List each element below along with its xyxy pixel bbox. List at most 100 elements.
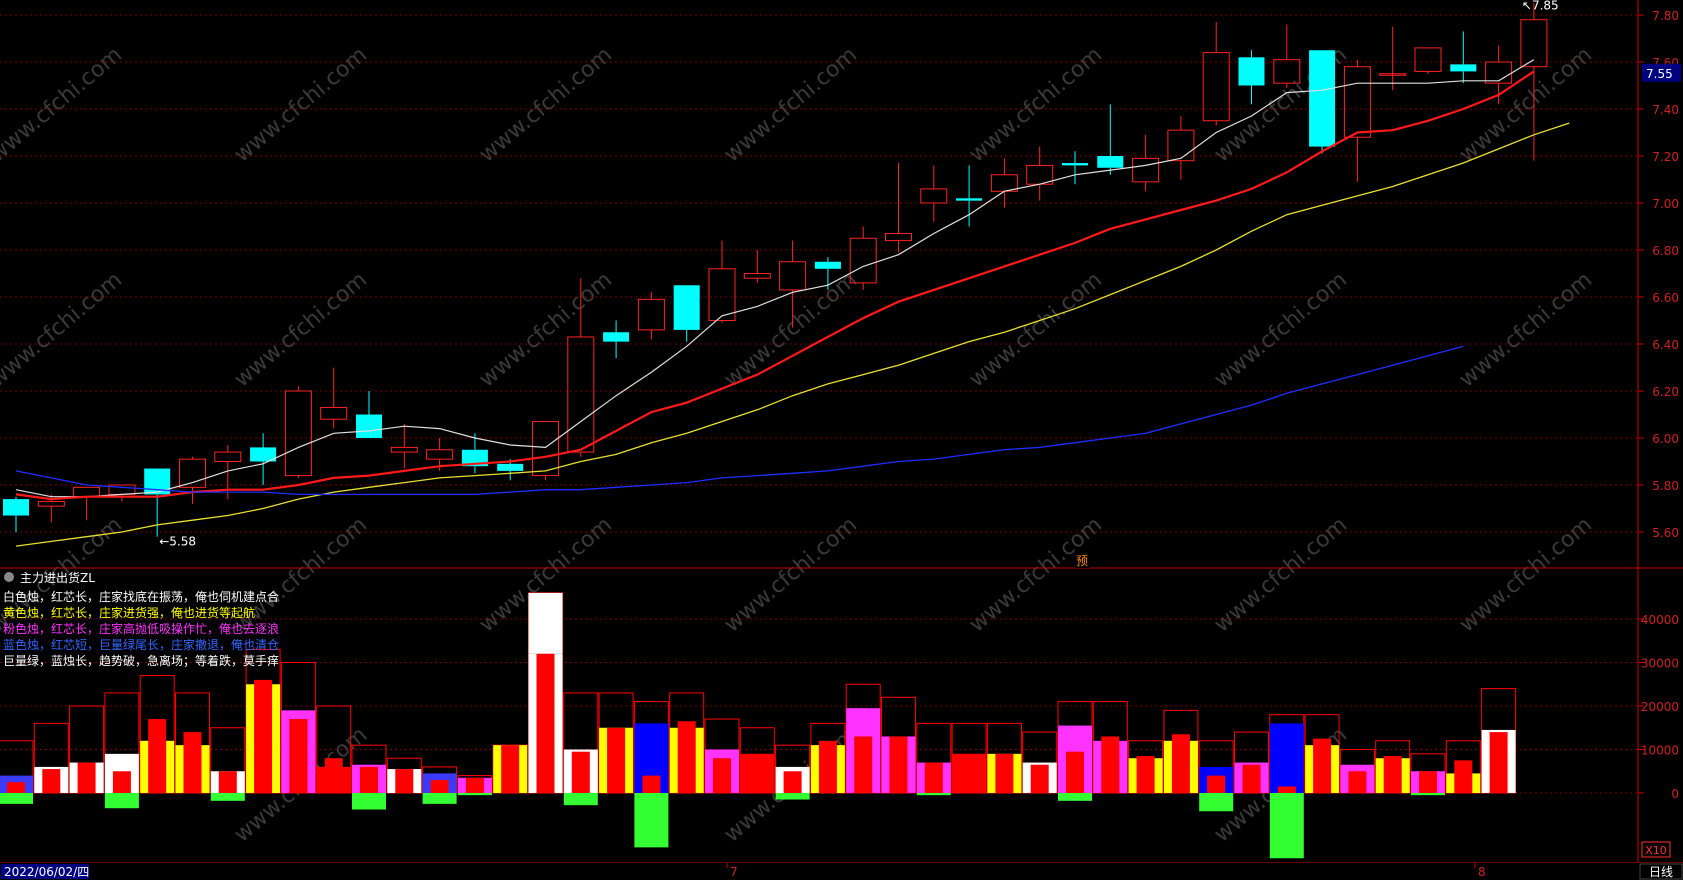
- red-core: [1277, 786, 1296, 793]
- candle-body-down[interactable]: [956, 198, 983, 201]
- red-core: [1489, 732, 1508, 793]
- candle-body-down[interactable]: [1097, 156, 1124, 168]
- price-tick-label: 7.80: [1652, 9, 1679, 23]
- price-tick-label: 6.80: [1652, 244, 1679, 258]
- green-volume-bar: [1199, 793, 1234, 812]
- red-core: [1454, 760, 1473, 793]
- low-price-annotation: ←5.58: [159, 535, 196, 549]
- candle-body-down[interactable]: [1450, 64, 1477, 72]
- indicator-tick-label: 20000: [1641, 700, 1679, 714]
- green-volume-bar: [916, 793, 951, 796]
- red-core: [677, 721, 696, 793]
- green-volume-bar: [352, 793, 386, 810]
- green-volume-bar: [634, 793, 669, 848]
- red-core: [183, 732, 202, 793]
- date-cursor-label: 2022/06/02/四: [4, 865, 89, 879]
- candle-body-down[interactable]: [603, 332, 630, 342]
- red-core: [924, 762, 943, 793]
- red-core: [77, 762, 96, 793]
- candle-body-down[interactable]: [673, 285, 700, 330]
- red-core: [607, 727, 626, 793]
- candle-body-down[interactable]: [814, 261, 841, 269]
- red-core: [1348, 771, 1367, 793]
- red-core: [465, 777, 484, 793]
- indicator-tick-label: 40000: [1641, 613, 1679, 627]
- legend-line: 黄色烛，红芯长，庄家进货强，俺也进货等起航: [3, 605, 255, 620]
- red-core: [748, 753, 767, 793]
- green-volume-bar: [0, 793, 33, 804]
- red-core: [254, 679, 273, 793]
- pre-market-marker: 预: [1076, 554, 1088, 568]
- red-core: [1066, 751, 1084, 793]
- price-tick-label: 5.60: [1652, 526, 1679, 540]
- red-core: [713, 758, 731, 793]
- green-volume-bar: [775, 793, 810, 800]
- red-core: [854, 736, 873, 793]
- indicator-title: 主力进出货ZL: [20, 570, 95, 585]
- red-core: [818, 740, 837, 793]
- high-price-annotation: ↖7.85: [1522, 0, 1559, 12]
- red-core: [1171, 734, 1190, 793]
- legend-line: 蓝色烛，红芯短，巨量绿尾长，庄家撤退，俺也清仓: [3, 637, 279, 652]
- green-volume-bar: [104, 793, 139, 809]
- white-body: [528, 592, 563, 654]
- red-core: [1242, 764, 1261, 793]
- legend-line: 白色烛，红芯长，庄家找底在振荡，俺也伺机建点合: [3, 589, 279, 604]
- current-price-label: 7.55: [1646, 67, 1673, 81]
- scale-label: X10: [1645, 844, 1667, 857]
- bottom-bar-bg: [0, 863, 1683, 880]
- green-volume-bar: [210, 793, 245, 801]
- red-core: [324, 758, 343, 793]
- red-core: [360, 766, 378, 793]
- red-core: [995, 753, 1014, 793]
- red-core: [536, 653, 555, 793]
- red-core: [1030, 764, 1049, 793]
- price-tick-label: 6.40: [1652, 338, 1679, 352]
- red-core: [395, 769, 414, 793]
- green-volume-bar: [563, 793, 598, 806]
- collapse-icon[interactable]: [4, 572, 14, 582]
- red-core: [1101, 736, 1120, 793]
- candle-body-down[interactable]: [1309, 50, 1336, 147]
- red-core: [889, 736, 908, 793]
- price-tick-label: 5.80: [1652, 479, 1679, 493]
- red-core: [960, 753, 979, 793]
- green-volume-bar: [422, 793, 457, 804]
- stock-chart[interactable]: www.cfchi.com www.cfchi.com www.cfchi.com w…: [0, 0, 1683, 880]
- legend-line: 巨量绿，蓝烛长，趋势破，急离场；等着跌，莫手痒: [3, 653, 279, 668]
- color-body: [1269, 723, 1304, 793]
- legend-line: 粉色烛，红芯长，庄家高抛低吸操作忙，俺也去逐浪: [3, 621, 279, 636]
- green-volume-bar: [1411, 793, 1445, 796]
- candle-body-down[interactable]: [497, 463, 524, 471]
- red-core: [7, 782, 25, 793]
- price-tick-label: 6.60: [1652, 291, 1679, 305]
- price-tick-label: 7.20: [1652, 150, 1679, 164]
- candle-body-down[interactable]: [356, 414, 382, 439]
- red-core: [571, 751, 590, 793]
- green-volume-bar: [1058, 793, 1092, 801]
- price-tick-label: 7.40: [1652, 103, 1679, 117]
- red-core: [642, 775, 661, 793]
- green-volume-bar: [1269, 793, 1304, 859]
- red-core: [1313, 738, 1332, 793]
- red-core: [112, 771, 131, 793]
- green-volume-bar: [457, 793, 492, 796]
- candle-body-down[interactable]: [1062, 163, 1088, 166]
- red-core: [218, 771, 237, 793]
- candle-body-down[interactable]: [1238, 57, 1265, 86]
- red-core: [148, 719, 167, 793]
- red-core: [289, 719, 308, 793]
- period-label: 日线: [1649, 865, 1673, 879]
- candle-body-down[interactable]: [3, 499, 29, 516]
- price-tick-label: 6.00: [1652, 432, 1679, 446]
- indicator-tick-label: 10000: [1641, 744, 1679, 758]
- indicator-tick-label: 30000: [1641, 657, 1679, 671]
- red-core: [501, 745, 520, 793]
- month-label: 7: [730, 865, 738, 879]
- red-core: [430, 779, 449, 793]
- price-tick-label: 6.20: [1652, 385, 1679, 399]
- red-core: [1419, 771, 1437, 793]
- bottom-bar: 2022/06/02/四 7 8 日线: [0, 863, 1683, 880]
- indicator-tick-label: 0: [1671, 787, 1679, 801]
- red-core: [1207, 775, 1226, 793]
